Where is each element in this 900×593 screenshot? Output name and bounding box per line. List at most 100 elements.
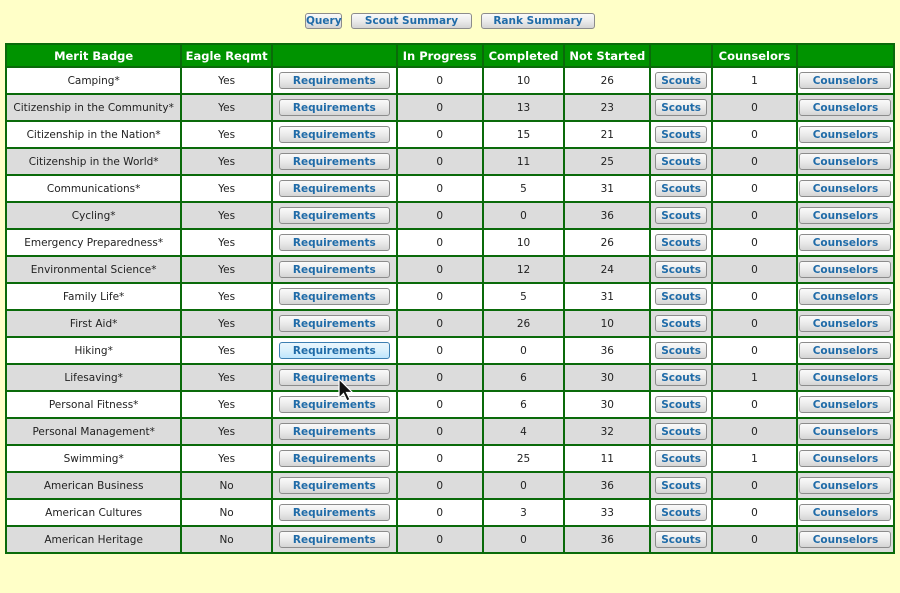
completed-count: 10 <box>481 66 566 95</box>
eagle-required: Yes <box>180 228 273 257</box>
scouts-button[interactable]: Scouts <box>655 207 708 224</box>
requirements-button[interactable]: Requirements <box>278 261 390 278</box>
counselors-count: 0 <box>711 498 798 527</box>
requirements-cell: Requirements <box>270 309 398 338</box>
requirements-button[interactable]: Requirements <box>278 342 390 359</box>
scouts-button[interactable]: Scouts <box>655 423 708 440</box>
requirements-cell: Requirements <box>270 498 398 527</box>
not-started-count: 10 <box>563 309 652 338</box>
scouts-button[interactable]: Scouts <box>655 234 708 251</box>
counselors-button[interactable]: Counselors <box>799 207 892 224</box>
requirements-button[interactable]: Requirements <box>278 126 390 143</box>
completed-count: 0 <box>481 336 566 365</box>
completed-count: 11 <box>481 147 566 176</box>
table-row: Personal Fitness* Yes Requirements 0 6 30 Scou… <box>4 390 896 419</box>
counselors-cell: Counselors <box>795 93 896 122</box>
not-started-count: 30 <box>563 390 652 419</box>
requirements-button[interactable]: Requirements <box>278 531 390 548</box>
scouts-button[interactable]: Scouts <box>655 531 708 548</box>
scouts-button[interactable]: Scouts <box>655 342 708 359</box>
counselors-button[interactable]: Counselors <box>799 369 892 386</box>
requirements-button[interactable]: Requirements <box>278 207 390 224</box>
counselors-button[interactable]: Counselors <box>799 477 892 494</box>
scouts-button[interactable]: Scouts <box>655 153 708 170</box>
requirements-button[interactable]: Requirements <box>278 369 390 386</box>
requirements-button[interactable]: Requirements <box>278 234 390 251</box>
counselors-button[interactable]: Counselors <box>799 396 892 413</box>
not-started-count: 26 <box>563 228 652 257</box>
table-row: Cycling* Yes Requirements 0 0 36 Scouts 0 Counse… <box>4 201 896 230</box>
counselors-button[interactable]: Counselors <box>799 153 892 170</box>
eagle-required: Yes <box>180 120 273 149</box>
requirements-button[interactable]: Requirements <box>278 396 390 413</box>
scouts-button[interactable]: Scouts <box>655 72 708 89</box>
requirements-button[interactable]: Requirements <box>278 72 390 89</box>
counselors-button[interactable]: Counselors <box>799 234 892 251</box>
scouts-button[interactable]: Scouts <box>655 261 708 278</box>
counselors-button[interactable]: Counselors <box>799 99 892 116</box>
rank-summary-button[interactable]: Rank Summary <box>481 13 595 29</box>
table-row: Lifesaving* Yes Requirements 0 6 30 Scouts 1 Cou… <box>4 363 896 392</box>
in-progress-count: 0 <box>395 120 484 149</box>
counselors-cell: Counselors <box>795 255 896 284</box>
requirements-button[interactable]: Requirements <box>278 288 390 305</box>
query-button[interactable]: Query <box>305 13 342 29</box>
completed-count: 5 <box>481 174 566 203</box>
requirements-button[interactable]: Requirements <box>278 153 390 170</box>
counselors-button[interactable]: Counselors <box>799 504 892 521</box>
requirements-button[interactable]: Requirements <box>278 423 390 440</box>
badge-name: Personal Fitness* <box>4 390 183 419</box>
requirements-button[interactable]: Requirements <box>278 450 390 467</box>
header-completed: Completed <box>481 43 566 68</box>
scouts-button[interactable]: Scouts <box>655 477 708 494</box>
requirements-cell: Requirements <box>270 471 398 500</box>
counselors-button[interactable]: Counselors <box>799 288 892 305</box>
requirements-button[interactable]: Requirements <box>278 477 390 494</box>
scout-summary-button[interactable]: Scout Summary <box>351 13 472 29</box>
scouts-button[interactable]: Scouts <box>655 396 708 413</box>
requirements-button[interactable]: Requirements <box>278 99 390 116</box>
counselors-button[interactable]: Counselors <box>799 531 892 548</box>
scouts-button[interactable]: Scouts <box>655 504 708 521</box>
requirements-button[interactable]: Requirements <box>278 504 390 521</box>
badge-name: Citizenship in the World* <box>4 147 183 176</box>
scouts-button[interactable]: Scouts <box>655 315 708 332</box>
counselors-button[interactable]: Counselors <box>799 450 892 467</box>
counselors-button[interactable]: Counselors <box>799 180 892 197</box>
badge-name: Personal Management* <box>4 417 183 446</box>
not-started-count: 30 <box>563 363 652 392</box>
eagle-required: Yes <box>180 201 273 230</box>
eagle-required: Yes <box>180 93 273 122</box>
counselors-cell: Counselors <box>795 66 896 95</box>
scouts-button[interactable]: Scouts <box>655 288 708 305</box>
scouts-cell: Scouts <box>649 336 714 365</box>
scouts-button[interactable]: Scouts <box>655 99 708 116</box>
scouts-button[interactable]: Scouts <box>655 126 708 143</box>
not-started-count: 36 <box>563 201 652 230</box>
header-eagle-reqmt: Eagle Reqmt <box>180 43 273 68</box>
counselors-button[interactable]: Counselors <box>799 72 892 89</box>
scouts-cell: Scouts <box>649 363 714 392</box>
counselors-button[interactable]: Counselors <box>799 261 892 278</box>
scouts-button[interactable]: Scouts <box>655 450 708 467</box>
completed-count: 5 <box>481 282 566 311</box>
counselors-count: 0 <box>711 282 798 311</box>
not-started-count: 36 <box>563 525 652 554</box>
counselors-button[interactable]: Counselors <box>799 126 892 143</box>
counselors-button[interactable]: Counselors <box>799 315 892 332</box>
requirements-button[interactable]: Requirements <box>278 180 390 197</box>
scouts-button[interactable]: Scouts <box>655 369 708 386</box>
eagle-required: Yes <box>180 444 273 473</box>
not-started-count: 33 <box>563 498 652 527</box>
counselors-button[interactable]: Counselors <box>799 423 892 440</box>
header-counselors: Counselors <box>711 43 798 68</box>
counselors-button[interactable]: Counselors <box>799 342 892 359</box>
requirements-cell: Requirements <box>270 444 398 473</box>
not-started-count: 25 <box>563 147 652 176</box>
requirements-button[interactable]: Requirements <box>278 315 390 332</box>
scouts-button[interactable]: Scouts <box>655 180 708 197</box>
table-row: Emergency Preparedness* Yes Requirements 0 1… <box>4 228 896 257</box>
in-progress-count: 0 <box>395 147 484 176</box>
not-started-count: 36 <box>563 471 652 500</box>
in-progress-count: 0 <box>395 471 484 500</box>
